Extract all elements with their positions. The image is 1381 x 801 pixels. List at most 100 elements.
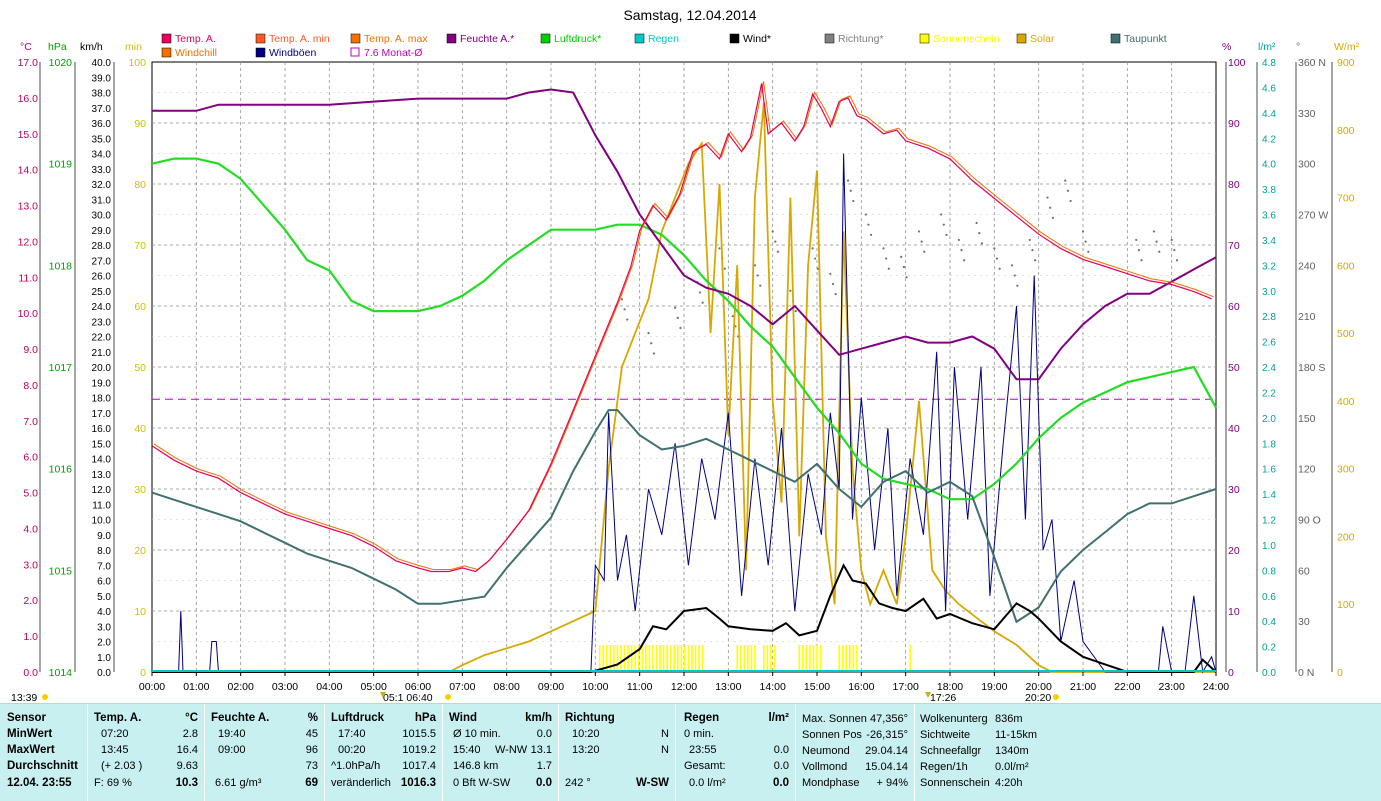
direction-dot [993, 247, 996, 250]
direction-dot [1013, 274, 1016, 277]
x-tick-label: 15:00 [804, 681, 830, 693]
astro-value-4: + 94% [876, 777, 909, 789]
tick-rain: 4.8 [1262, 58, 1276, 69]
tick-rain: 3.0 [1262, 287, 1276, 298]
pressure-current: 1016.3 [400, 777, 436, 789]
x-tick-label: 01:00 [183, 681, 209, 693]
legend-swatch [350, 33, 361, 44]
legend-label: Windböen [269, 47, 316, 59]
pressure-unit: hPa [414, 712, 436, 724]
astro-value-1: -26,315° [866, 729, 908, 741]
rain-total-value: 0.0 [773, 760, 789, 772]
tick-rain: 0.8 [1262, 566, 1276, 577]
direction-dot [1010, 264, 1014, 267]
time-label: 13:39 [11, 692, 37, 703]
tick-rain: 4.6 [1262, 83, 1276, 94]
humidity-min-time: 19:40 [218, 728, 246, 740]
direction-dot [1170, 238, 1173, 242]
legend-label: Windchill [175, 47, 217, 59]
legend-label: Regen [648, 33, 679, 45]
direction-dot [846, 179, 850, 182]
tick-humidity: 70 [1228, 240, 1240, 252]
tick-minutes: 50 [134, 362, 146, 374]
x-tick-label: 03:00 [272, 681, 298, 693]
tick-humidity: 20 [1228, 545, 1240, 557]
axis-header-minutes: min [125, 41, 142, 53]
direction-dot [867, 223, 870, 226]
direction-dot [885, 257, 888, 260]
tick-humidity: 90 [1228, 118, 1240, 130]
axis-header-degree: ° [1296, 41, 1300, 53]
direction-dot [771, 230, 774, 233]
x-tick-label: 04:00 [316, 681, 342, 693]
legend-swatch [350, 47, 360, 57]
tick-rain: 4.0 [1262, 160, 1276, 171]
direction-dot [679, 326, 682, 330]
x-tick-label: 22:00 [1114, 681, 1140, 693]
tick-rain: 4.4 [1262, 109, 1276, 120]
legend-label: Taupunkt [1124, 33, 1167, 45]
temp-feel: F: 69 % [94, 777, 132, 789]
direction-dot [1175, 259, 1179, 262]
astro-value-3: 15.04.14 [865, 761, 908, 773]
direction-dot [917, 230, 921, 233]
direction-dot [1158, 250, 1161, 253]
tick-wind: 19.0 [92, 378, 112, 389]
tick-minutes: 90 [134, 118, 146, 130]
tick-humidity: 10 [1228, 606, 1240, 618]
temp-trend: (+ 2.03 ) [101, 760, 143, 772]
row-label-max: MaxWert [7, 744, 55, 756]
sunrise-label: 05:1 06:40 [383, 692, 433, 703]
direction-header: Richtung [565, 712, 615, 724]
direction-dot [1034, 259, 1037, 262]
tick-wind: 14.0 [92, 455, 112, 466]
tick-rain: 0.4 [1262, 617, 1276, 628]
weather-value-2: 1340m [995, 745, 1029, 757]
tick-wind: 30.0 [92, 211, 112, 222]
x-tick-label: 21:00 [1070, 681, 1096, 693]
direction-dot [902, 265, 905, 269]
tick-minutes: 40 [134, 423, 146, 435]
direction-dot [794, 309, 797, 313]
tick-minutes: 30 [134, 484, 146, 496]
tick-direction: 30 [1298, 616, 1310, 628]
rain-header: Regen [684, 712, 720, 724]
row-label-avg: Durchschnitt [7, 760, 78, 772]
wind-unit: km/h [525, 712, 552, 724]
tick-wind: 22.0 [92, 333, 112, 344]
direction-dot [864, 213, 867, 216]
tick-rain: 4.2 [1262, 134, 1276, 145]
wind-max-time: 15:40 [453, 744, 481, 756]
direction-dot [759, 284, 762, 287]
humidity-min-value: 45 [305, 728, 318, 740]
legend-label: Temp. A. min [269, 33, 330, 45]
tick-wind: 40.0 [92, 58, 112, 69]
legend-label: Feuchte A.* [460, 33, 514, 45]
tick-wind: 9.0 [97, 531, 111, 542]
astro-label-3: Vollmond [802, 761, 848, 773]
axis-header-temp: °C [20, 41, 32, 53]
rain-total-label: Gesamt: [684, 760, 726, 772]
legend-swatch [255, 47, 266, 58]
direction-dot [647, 332, 650, 335]
legend-swatch [255, 33, 266, 44]
tick-direction: 90 O [1298, 515, 1321, 527]
tick-wind: 3.0 [97, 622, 111, 633]
tick-wind: 25.0 [92, 287, 112, 298]
tick-humidity: 60 [1228, 301, 1240, 313]
astro-column: Max. Sonnen 47,356° Sonnen Pos -26,315° … [796, 704, 915, 801]
tick-minutes: 80 [134, 179, 146, 191]
tick-temp: 9.0 [23, 344, 38, 356]
direction-dot [620, 298, 624, 301]
direction-dot [1016, 284, 1019, 287]
tick-minutes: 0 [140, 667, 146, 679]
legend-label: 7.6 Monat-Ø [364, 47, 422, 59]
legend-swatch [1016, 33, 1027, 44]
direction-dot [1137, 248, 1140, 252]
rain-amount: 0.0 l/m² [689, 777, 726, 789]
rain-max-time: 23:55 [689, 744, 717, 756]
tick-solar: 300 [1337, 464, 1355, 476]
tick-wind: 31.0 [92, 195, 112, 206]
direction-dot [978, 232, 981, 235]
pressure-tendency: veränderlich [331, 777, 391, 789]
